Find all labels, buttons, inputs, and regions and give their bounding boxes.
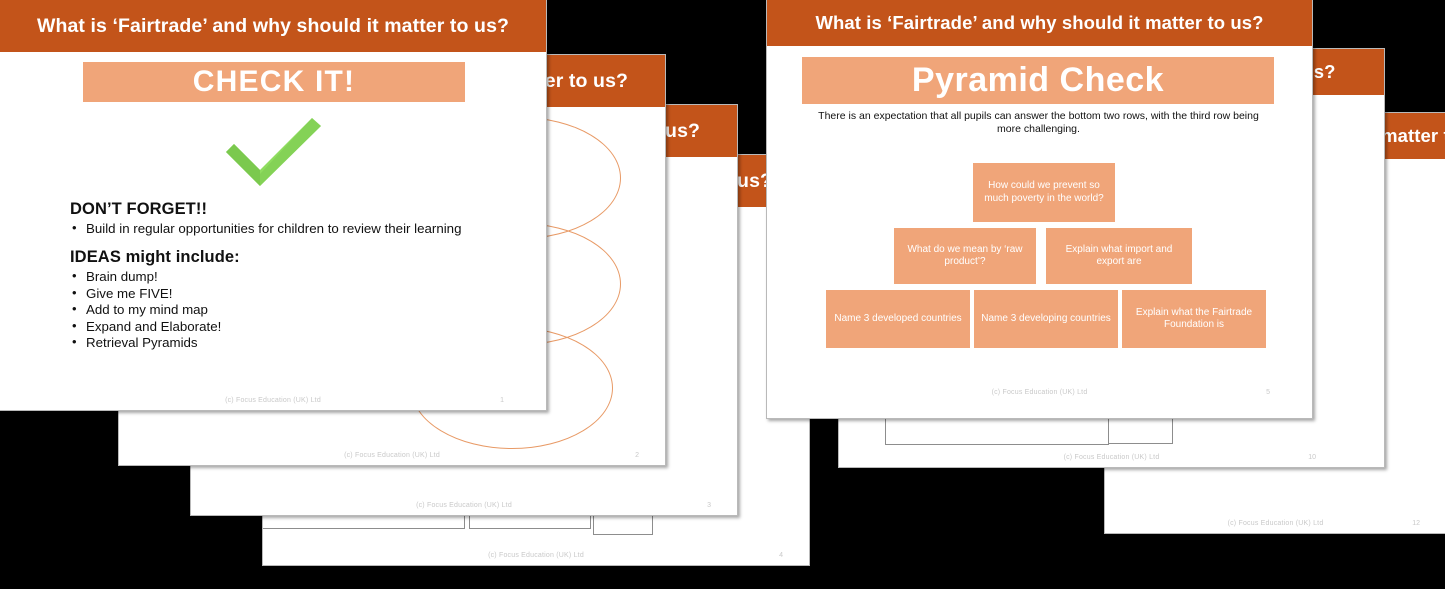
slide-page-number: 12 — [1412, 520, 1420, 527]
slide-page-number: 5 — [1266, 389, 1270, 396]
right-stack-slide-5-pyramid-check[interactable]: What is ‘Fairtrade’ and why should it ma… — [766, 0, 1313, 419]
pyramid-box-row3-3[interactable]: Explain what the Fairtrade Foundation is — [1122, 290, 1266, 348]
slide-page-number: 10 — [1308, 454, 1316, 461]
check-it-banner-label: CHECK IT! — [192, 65, 356, 98]
list-item: Expand and Elaborate! — [70, 318, 500, 334]
check-it-banner: CHECK IT! — [83, 62, 465, 102]
pyramid-check-banner-label: Pyramid Check — [911, 61, 1165, 99]
ideas-list: Brain dump! Give me FIVE! Add to my mind… — [70, 268, 500, 350]
pyramid-box-row3-1[interactable]: Name 3 developed countries — [826, 290, 970, 348]
slide-footer: (c) Focus Education (UK) Ltd — [991, 389, 1088, 396]
dont-forget-list: Build in regular opportunities for child… — [70, 220, 500, 236]
slide-page-number: 3 — [707, 502, 711, 509]
list-item: Give me FIVE! — [70, 285, 500, 301]
slide-footer: (c) Focus Education (UK) Ltd — [225, 397, 321, 404]
slide-page-number: 1 — [500, 397, 504, 404]
dont-forget-heading: DON’T FORGET!! — [70, 200, 208, 218]
slide-body: DON’T FORGET!! Build in regular opportun… — [70, 200, 500, 352]
slide-header-title: What is ‘Fairtrade’ and why should it ma… — [815, 12, 1264, 33]
slide-deck-preview: What is ‘Fairtrade’ and why should it ma… — [0, 0, 1445, 589]
slide-header: What is ‘Fairtrade’ and why should it ma… — [0, 0, 546, 52]
list-item: Add to my mind map — [70, 301, 500, 317]
pyramid-box-row3-2[interactable]: Name 3 developing countries — [974, 290, 1118, 348]
left-stack-slide-1-check-it[interactable]: What is ‘Fairtrade’ and why should it ma… — [0, 0, 547, 411]
slide-header: What is ‘Fairtrade’ and why should it ma… — [767, 0, 1312, 46]
pyramid-box-row2-1[interactable]: What do we mean by ‘raw product’? — [894, 228, 1036, 284]
slide-footer: (c) Focus Education (UK) Ltd — [1227, 520, 1324, 527]
slide-header-title: What is ‘Fairtrade’ and why should it ma… — [36, 14, 510, 37]
green-check-mark-icon — [218, 112, 328, 190]
pyramid-box-row2-2[interactable]: Explain what import and export are — [1046, 228, 1192, 284]
pyramid-check-banner: Pyramid Check — [802, 57, 1274, 104]
pyramid-subtitle: There is an expectation that all pupils … — [818, 110, 1259, 136]
slide-page-number: 4 — [779, 552, 783, 559]
slide-page-number: 2 — [635, 452, 639, 459]
ideas-heading: IDEAS might include: — [70, 248, 240, 267]
slide-footer: (c) Focus Education (UK) Ltd — [344, 452, 440, 459]
slide-footer: (c) Focus Education (UK) Ltd — [1063, 454, 1160, 461]
pyramid-box-row1-1[interactable]: How could we prevent so much poverty in … — [973, 163, 1115, 222]
list-item: Retrieval Pyramids — [70, 334, 500, 350]
list-item: Build in regular opportunities for child… — [70, 220, 500, 236]
list-item: Brain dump! — [70, 268, 500, 284]
slide-footer: (c) Focus Education (UK) Ltd — [488, 552, 584, 559]
slide-footer: (c) Focus Education (UK) Ltd — [416, 502, 512, 509]
